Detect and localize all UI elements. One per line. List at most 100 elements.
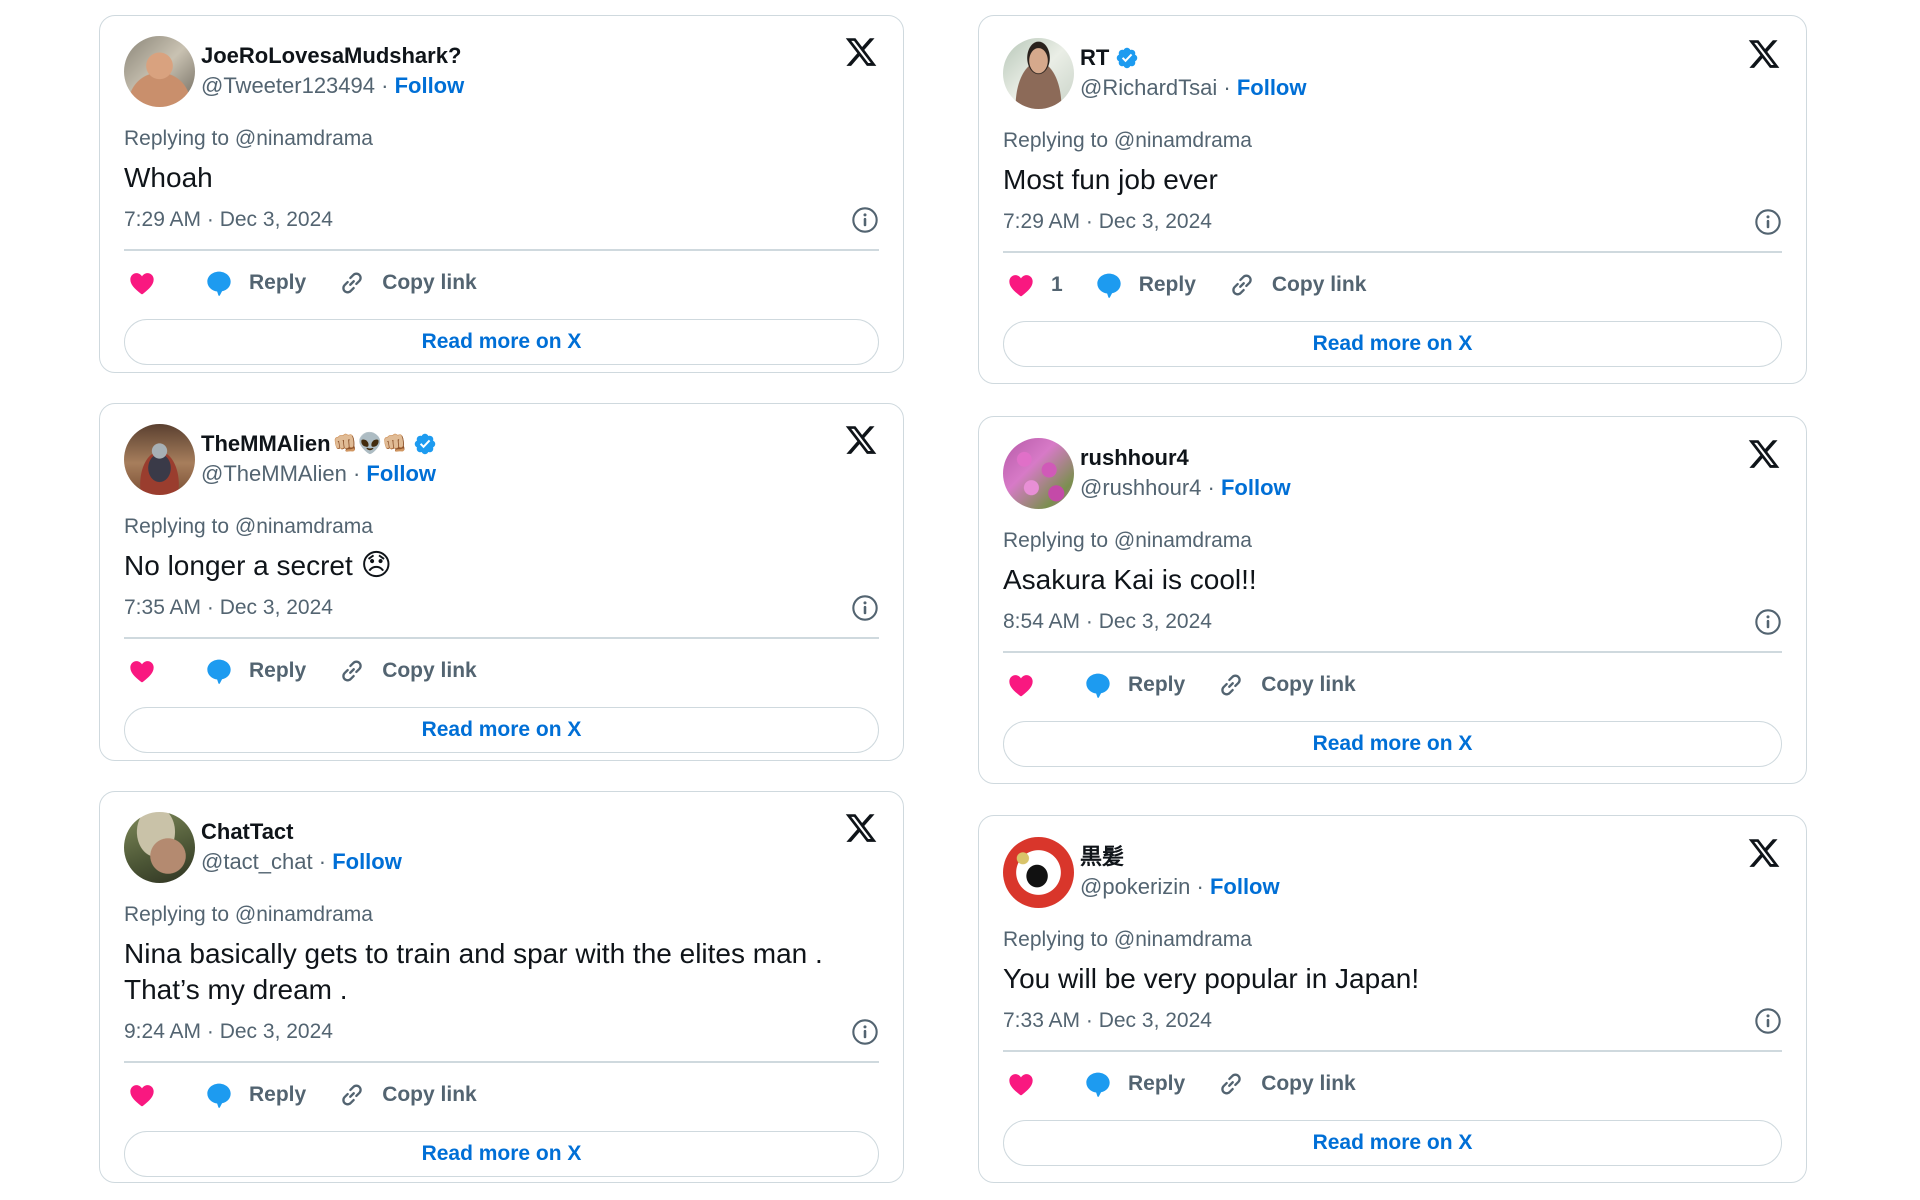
- name-emojis: 👊🏼👽👊🏼: [332, 433, 408, 455]
- copy-link-label: Copy link: [1261, 673, 1356, 696]
- copy-link-button[interactable]: Copy link: [338, 657, 477, 685]
- avatar[interactable]: [1003, 836, 1074, 908]
- replying-to: Replying to @ninamdrama: [1003, 129, 1252, 152]
- tweet-timestamp[interactable]: 9:24 AM · Dec 3, 2024: [124, 1020, 333, 1044]
- x-logo-icon[interactable]: [844, 35, 878, 69]
- tweet-actions: Reply Copy link: [1003, 655, 1782, 715]
- avatar[interactable]: [1003, 37, 1074, 109]
- reply-button[interactable]: Reply: [1084, 1070, 1185, 1098]
- tweet-timestamp[interactable]: 7:35 AM · Dec 3, 2024: [124, 596, 333, 620]
- reply-bubble-icon: [205, 269, 233, 297]
- display-name[interactable]: TheMMAlien: [201, 429, 331, 459]
- reply-bubble-icon: [1095, 271, 1123, 299]
- like-button[interactable]: [128, 1081, 156, 1109]
- like-button[interactable]: [1007, 1070, 1035, 1098]
- reply-button[interactable]: Reply: [1084, 671, 1185, 699]
- follow-link[interactable]: Follow: [395, 73, 465, 98]
- user-handle[interactable]: @pokerizin: [1080, 874, 1190, 899]
- like-count: 1: [1051, 273, 1063, 296]
- tweet-header: RT @RichardTsai · Follow: [1003, 37, 1782, 109]
- avatar[interactable]: [124, 35, 195, 107]
- reply-button[interactable]: Reply: [205, 1081, 306, 1109]
- divider: [1003, 651, 1782, 653]
- display-name[interactable]: 黒髪: [1080, 842, 1124, 872]
- info-icon[interactable]: [851, 1018, 879, 1046]
- reply-label: Reply: [249, 1083, 307, 1106]
- info-icon[interactable]: [1754, 608, 1782, 636]
- follow-link[interactable]: Follow: [332, 849, 402, 874]
- copy-link-label: Copy link: [382, 271, 477, 294]
- tweet-text-body: Whoah: [124, 162, 213, 193]
- user-handle[interactable]: @RichardTsai: [1080, 75, 1217, 100]
- avatar[interactable]: [124, 811, 195, 883]
- info-icon[interactable]: [851, 594, 879, 622]
- reply-label: Reply: [1128, 673, 1186, 696]
- copy-link-button[interactable]: Copy link: [1217, 671, 1356, 699]
- avatar[interactable]: [1003, 437, 1074, 509]
- copy-link-button[interactable]: Copy link: [1217, 1070, 1356, 1098]
- read-more-button[interactable]: Read more on X: [124, 319, 879, 365]
- like-button[interactable]: [128, 269, 156, 297]
- follow-link[interactable]: Follow: [1221, 475, 1291, 500]
- tweet-timestamp[interactable]: 7:29 AM · Dec 3, 2024: [1003, 210, 1212, 234]
- copy-link-button[interactable]: Copy link: [338, 1081, 477, 1109]
- disappointed-face-emoji: 😞: [360, 549, 392, 582]
- user-handle[interactable]: @tact_chat: [201, 849, 313, 874]
- read-more-button[interactable]: Read more on X: [1003, 1120, 1782, 1166]
- reply-button[interactable]: Reply: [205, 657, 306, 685]
- copy-link-button[interactable]: Copy link: [1228, 271, 1366, 299]
- copy-link-button[interactable]: Copy link: [338, 269, 477, 297]
- display-name[interactable]: JoeRoLovesaMudshark?: [201, 41, 461, 71]
- user-handle[interactable]: @Tweeter123494: [201, 73, 375, 98]
- like-button[interactable]: [1007, 671, 1035, 699]
- x-logo-icon[interactable]: [844, 811, 878, 845]
- replying-to: Replying to @ninamdrama: [124, 127, 373, 150]
- verified-badge-icon[interactable]: [413, 432, 437, 456]
- reply-button[interactable]: Reply: [205, 269, 306, 297]
- read-more-button[interactable]: Read more on X: [1003, 721, 1782, 767]
- display-name[interactable]: rushhour4: [1080, 443, 1189, 473]
- replying-to: Replying to @ninamdrama: [1003, 529, 1252, 552]
- replying-to: Replying to @ninamdrama: [124, 515, 373, 538]
- read-more-button[interactable]: Read more on X: [124, 707, 879, 753]
- like-button[interactable]: [128, 657, 156, 685]
- link-icon: [338, 657, 366, 685]
- tweet-card: JoeRoLovesaMudshark? @Tweeter123494 · Fo…: [99, 15, 904, 373]
- heart-icon: [1007, 271, 1035, 299]
- tweet-text: Nina basically gets to train and spar wi…: [124, 936, 864, 1008]
- read-more-button[interactable]: Read more on X: [124, 1131, 879, 1177]
- x-logo-icon[interactable]: [1747, 836, 1781, 870]
- tweet-text: Asakura Kai is cool!!: [1003, 562, 1782, 598]
- follow-link[interactable]: Follow: [366, 461, 436, 486]
- user-handle[interactable]: @TheMMAlien: [201, 461, 347, 486]
- info-icon[interactable]: [851, 206, 879, 234]
- reply-bubble-icon: [1084, 671, 1112, 699]
- x-logo-icon[interactable]: [844, 423, 878, 457]
- link-icon: [1228, 271, 1256, 299]
- follow-link[interactable]: Follow: [1237, 75, 1307, 100]
- reply-label: Reply: [1128, 1072, 1186, 1095]
- info-icon[interactable]: [1754, 1007, 1782, 1035]
- tweet-header: 黒髪 @pokerizin · Follow: [1003, 836, 1782, 908]
- tweet-timestamp[interactable]: 7:29 AM · Dec 3, 2024: [124, 208, 333, 232]
- tweet-actions: Reply Copy link: [1003, 1054, 1782, 1114]
- x-logo-icon[interactable]: [1747, 37, 1781, 71]
- tweet-timestamp[interactable]: 8:54 AM · Dec 3, 2024: [1003, 610, 1212, 634]
- tweet-timestamp[interactable]: 7:33 AM · Dec 3, 2024: [1003, 1009, 1212, 1033]
- link-icon: [1217, 1070, 1245, 1098]
- user-handle[interactable]: @rushhour4: [1080, 475, 1201, 500]
- verified-badge-icon[interactable]: [1115, 46, 1139, 70]
- heart-icon: [1007, 671, 1035, 699]
- read-more-button[interactable]: Read more on X: [1003, 321, 1782, 367]
- heart-icon: [128, 1081, 156, 1109]
- tweet-actions: Reply Copy link: [124, 253, 879, 313]
- display-name[interactable]: ChatTact: [201, 817, 294, 847]
- display-name[interactable]: RT: [1080, 43, 1109, 73]
- avatar[interactable]: [124, 423, 195, 495]
- x-logo-icon[interactable]: [1747, 437, 1781, 471]
- reply-button[interactable]: Reply: [1095, 271, 1196, 299]
- separator: ·: [1217, 75, 1237, 100]
- follow-link[interactable]: Follow: [1210, 874, 1280, 899]
- info-icon[interactable]: [1754, 208, 1782, 236]
- like-button[interactable]: 1: [1007, 271, 1063, 299]
